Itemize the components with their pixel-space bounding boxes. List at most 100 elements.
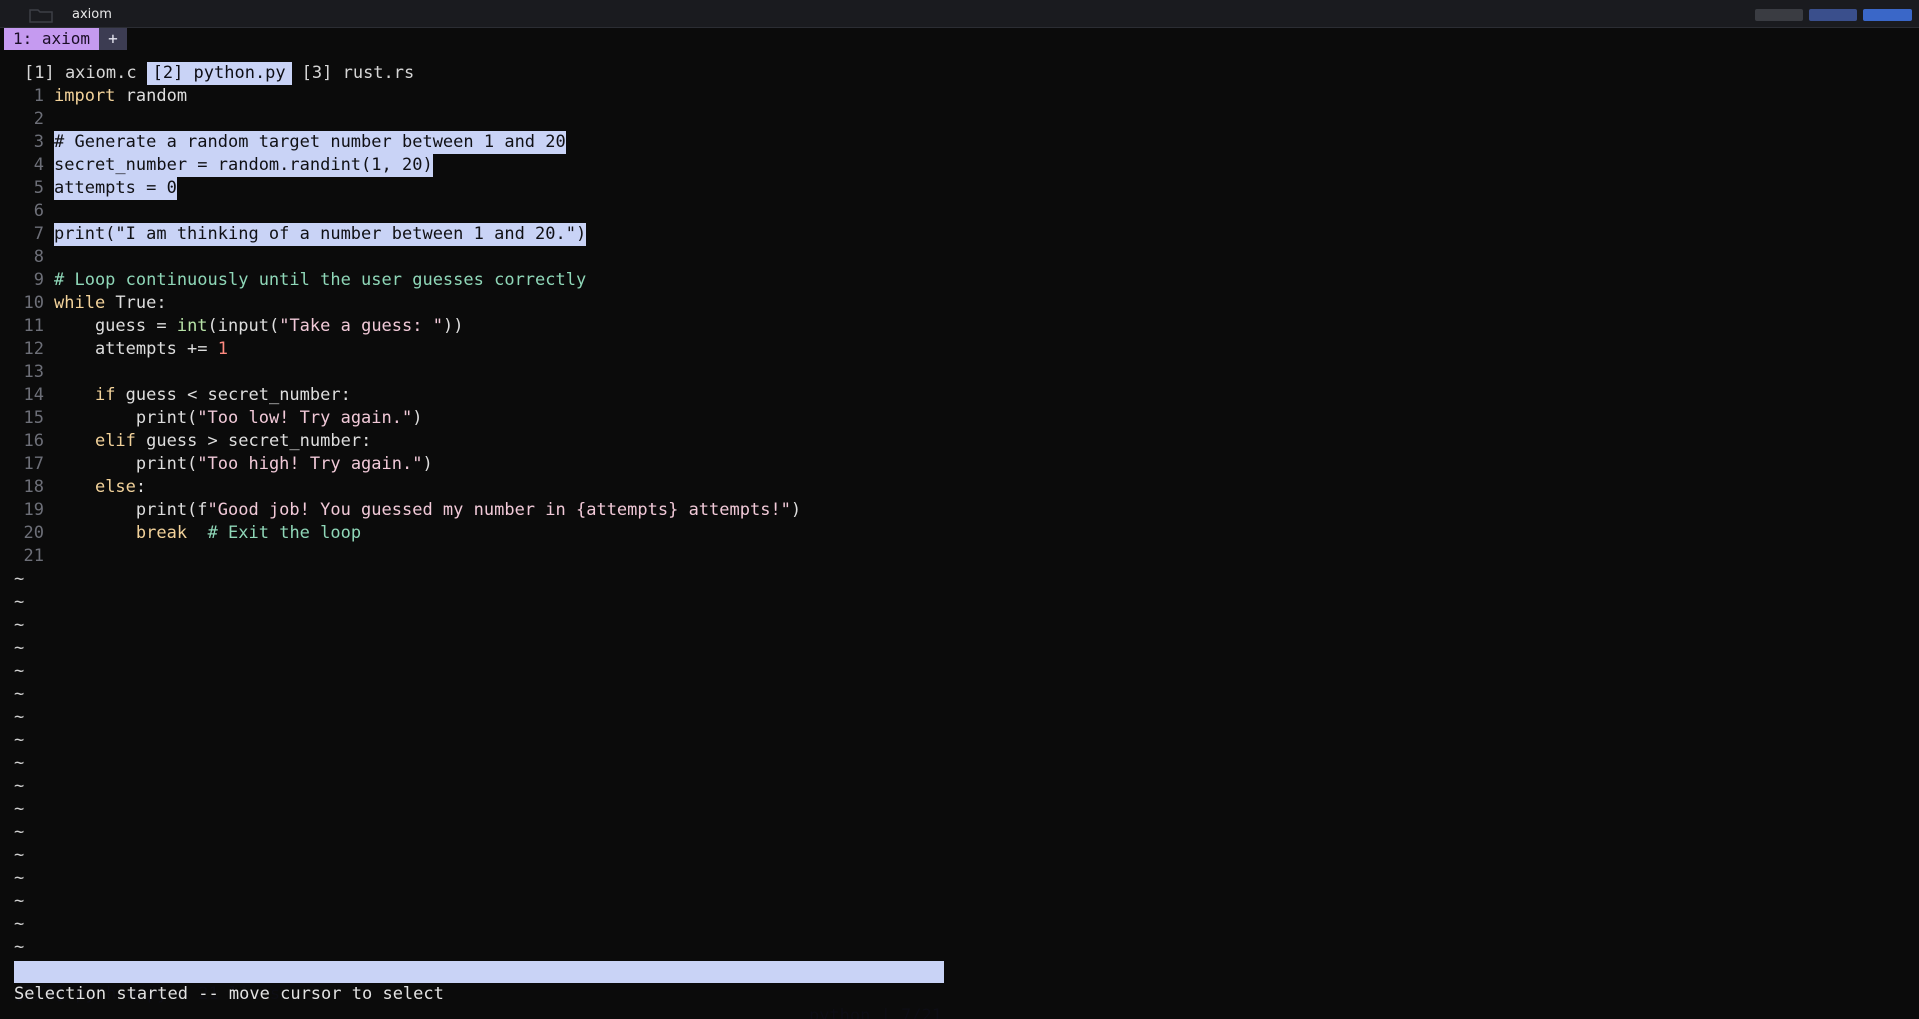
close-button[interactable] xyxy=(1863,9,1912,21)
code-line[interactable]: 20 break # Exit the loop xyxy=(0,522,1000,545)
code-line[interactable]: 18 else: xyxy=(0,476,1000,499)
line-number: 21 xyxy=(23,546,44,566)
line-number: 4 xyxy=(33,155,44,175)
code-text[interactable]: print("Too high! Try again.") xyxy=(54,453,433,476)
window-title: axiom xyxy=(72,7,112,22)
code-text-selected[interactable]: secret_number = random.randint(1, 20) xyxy=(54,154,433,177)
minimize-button[interactable] xyxy=(1755,9,1803,21)
tilde-marker: ~ xyxy=(14,592,25,612)
code-text[interactable]: import random xyxy=(54,85,187,108)
tilde-marker: ~ xyxy=(14,569,25,589)
code-text[interactable]: print(f"Good job! You guessed my number … xyxy=(54,499,801,522)
title-bar: axiom xyxy=(0,0,1919,28)
empty-line-marker: ~ xyxy=(0,844,1000,867)
empty-line-marker: ~ xyxy=(0,591,1000,614)
empty-line-marker: ~ xyxy=(0,798,1000,821)
tilde-marker: ~ xyxy=(14,753,25,773)
code-line[interactable]: 21 xyxy=(0,545,1000,568)
code-text-selected[interactable]: attempts = 0 xyxy=(54,177,177,200)
empty-line-marker: ~ xyxy=(0,614,1000,637)
line-number: 6 xyxy=(33,201,44,221)
code-text[interactable]: # Loop continuously until the user guess… xyxy=(54,269,586,292)
code-line[interactable]: 7 print("I am thinking of a number betwee… xyxy=(0,223,1000,246)
empty-line-marker: ~ xyxy=(0,913,1000,936)
code-text[interactable]: elif guess > secret_number: xyxy=(54,430,371,453)
tilde-marker: ~ xyxy=(14,661,25,681)
code-text[interactable]: else: xyxy=(54,476,146,499)
line-number: 2 xyxy=(33,109,44,129)
code-line[interactable]: 1 import random xyxy=(0,85,1000,108)
line-number: 17 xyxy=(23,454,44,474)
code-line[interactable]: 11 guess = int(input("Take a guess: ")) xyxy=(0,315,1000,338)
code-text[interactable]: attempts += 1 xyxy=(54,338,228,361)
code-line[interactable]: 16 elif guess > secret_number: xyxy=(0,430,1000,453)
empty-line-marker: ~ xyxy=(0,936,1000,959)
code-text-selected[interactable]: print("I am thinking of a number between… xyxy=(54,223,587,246)
terminal-window: axiom 1: axiom + [1] axiom.c [2] python.… xyxy=(0,0,1919,1019)
code-editor[interactable]: 1 import random 2 3 # Generate a random targ… xyxy=(0,85,1000,959)
line-number: 3 xyxy=(33,132,44,152)
session-tab-axiom[interactable]: 1: axiom xyxy=(4,28,100,50)
tilde-marker: ~ xyxy=(14,868,25,888)
message-line: Selection started -- move cursor to sele… xyxy=(14,984,444,1004)
code-text[interactable]: guess = int(input("Take a guess: ")) xyxy=(54,315,464,338)
empty-line-marker: ~ xyxy=(0,867,1000,890)
code-line[interactable]: 14 if guess < secret_number: xyxy=(0,384,1000,407)
code-line[interactable]: 19 print(f"Good job! You guessed my numb… xyxy=(0,499,1000,522)
empty-line-marker: ~ xyxy=(0,637,1000,660)
code-text[interactable]: print("Too low! Try again.") xyxy=(54,407,423,430)
code-line[interactable]: 10 while True: xyxy=(0,292,1000,315)
buffer-tab-rust-rs[interactable]: [3] rust.rs xyxy=(296,62,421,85)
code-line[interactable]: 9 # Loop continuously until the user gues… xyxy=(0,269,1000,292)
tilde-marker: ~ xyxy=(14,914,25,934)
code-line[interactable]: 3 # Generate a random target number betwe… xyxy=(0,131,1000,154)
new-session-button[interactable]: + xyxy=(99,28,127,50)
tilde-marker: ~ xyxy=(14,891,25,911)
buffer-tab-python-py[interactable]: [2] python.py xyxy=(146,62,292,85)
status-position: python | 7/21 xyxy=(808,1006,942,1019)
code-line[interactable]: 12 attempts += 1 xyxy=(0,338,1000,361)
buffer-tab-axiom-c[interactable]: [1] axiom.c xyxy=(18,62,143,85)
terminal-icon xyxy=(29,9,53,23)
code-line[interactable]: 5 attempts = 0 xyxy=(0,177,1000,200)
line-number: 9 xyxy=(33,270,44,290)
code-line[interactable]: 15 print("Too low! Try again.") xyxy=(0,407,1000,430)
maximize-button[interactable] xyxy=(1809,9,1857,21)
line-number: 12 xyxy=(23,339,44,359)
code-line[interactable]: 8 xyxy=(0,246,1000,269)
line-number: 14 xyxy=(23,385,44,405)
session-bar: 1: axiom + xyxy=(4,28,127,50)
line-number: 20 xyxy=(23,523,44,543)
line-number: 11 xyxy=(23,316,44,336)
empty-line-marker: ~ xyxy=(0,775,1000,798)
code-line[interactable]: 2 xyxy=(0,108,1000,131)
code-line[interactable]: 4 secret_number = random.randint(1, 20) xyxy=(0,154,1000,177)
empty-line-marker: ~ xyxy=(0,660,1000,683)
line-number: 15 xyxy=(23,408,44,428)
code-line[interactable]: 6 xyxy=(0,200,1000,223)
empty-line-marker: ~ xyxy=(0,729,1000,752)
code-line[interactable]: 13 xyxy=(0,361,1000,384)
tilde-marker: ~ xyxy=(14,822,25,842)
status-bar: [2/3] python.py - 21 lines python | 7/21 xyxy=(14,961,944,1019)
tilde-marker: ~ xyxy=(14,776,25,796)
code-text[interactable]: if guess < secret_number: xyxy=(54,384,351,407)
buffer-tabs: [1] axiom.c [2] python.py [3] rust.rs xyxy=(18,62,420,85)
empty-line-marker: ~ xyxy=(0,683,1000,706)
empty-line-marker: ~ xyxy=(0,706,1000,729)
empty-line-marker: ~ xyxy=(0,821,1000,844)
code-text-selected[interactable]: # Generate a random target number betwee… xyxy=(54,131,566,154)
tilde-marker: ~ xyxy=(14,615,25,635)
empty-line-marker: ~ xyxy=(0,890,1000,913)
tilde-marker: ~ xyxy=(14,937,25,957)
line-number: 10 xyxy=(23,293,44,313)
line-number: 13 xyxy=(23,362,44,382)
line-number: 8 xyxy=(33,247,44,267)
code-text[interactable]: break # Exit the loop xyxy=(54,522,361,545)
tilde-marker: ~ xyxy=(14,845,25,865)
tilde-marker: ~ xyxy=(14,638,25,658)
empty-line-marker: ~ xyxy=(0,568,1000,591)
code-text[interactable]: while True: xyxy=(54,292,167,315)
code-line[interactable]: 17 print("Too high! Try again.") xyxy=(0,453,1000,476)
line-number: 5 xyxy=(33,178,44,198)
